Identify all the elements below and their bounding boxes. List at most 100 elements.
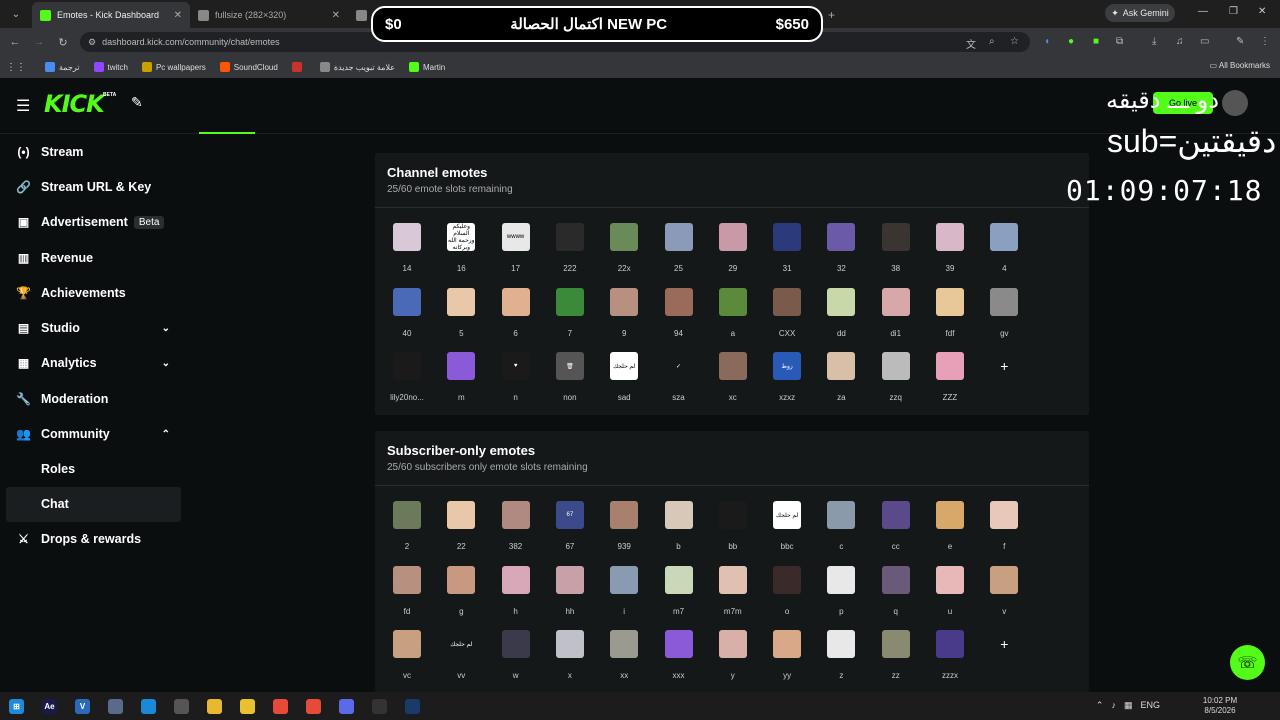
- tab-close-icon[interactable]: ✕: [174, 10, 182, 21]
- emote-item[interactable]: p: [817, 565, 871, 628]
- emote-item[interactable]: لم حلجك vv: [437, 630, 491, 692]
- file-explorer-icon[interactable]: [198, 692, 231, 720]
- network-icon[interactable]: ▦: [1124, 700, 1133, 711]
- emote-item[interactable]: bb: [709, 501, 763, 563]
- ask-gemini-button[interactable]: ✦ Ask Gemini: [1105, 4, 1175, 22]
- emote-item[interactable]: q: [872, 565, 926, 628]
- bookmark-item[interactable]: SoundCloud: [215, 62, 283, 72]
- sidebar-item-stream-url-key[interactable]: 🔗 Stream URL & Key: [0, 169, 190, 204]
- emote-item[interactable]: di1: [872, 287, 926, 350]
- sidebar-item-revenue[interactable]: ▥ Revenue: [0, 240, 190, 275]
- avatar[interactable]: [1222, 90, 1248, 116]
- emote-item[interactable]: 9: [600, 287, 654, 350]
- split-view-icon[interactable]: ▭: [1200, 36, 1209, 47]
- minimize-icon[interactable]: —: [1198, 6, 1208, 17]
- emote-item[interactable]: 29: [709, 223, 763, 285]
- tab-close-icon[interactable]: ✕: [332, 10, 340, 21]
- calendar-icon[interactable]: [231, 692, 264, 720]
- reload-icon[interactable]: ↻: [51, 36, 75, 49]
- emote-item[interactable]: hh: [546, 565, 600, 628]
- sidebar-item-moderation[interactable]: 🔧 Moderation: [0, 381, 190, 416]
- emote-item[interactable]: ✓ sza: [655, 352, 709, 414]
- volume-icon[interactable]: ♪: [1111, 700, 1116, 711]
- apps-grid-icon[interactable]: ⋮⋮: [6, 62, 26, 73]
- emote-item[interactable]: 31: [763, 223, 817, 285]
- emote-item[interactable]: m7: [655, 565, 709, 628]
- bookmark-item[interactable]: twitch: [89, 62, 133, 72]
- translate-icon[interactable]: 文: [966, 36, 976, 51]
- emote-item[interactable]: m: [437, 352, 491, 414]
- emote-item[interactable]: vc: [383, 630, 437, 692]
- sidebar-item-achievements[interactable]: 🏆 Achievements: [0, 275, 190, 310]
- emote-item[interactable]: 22: [437, 501, 491, 563]
- kick-logo[interactable]: KICK: [44, 90, 105, 118]
- windows-start-icon[interactable]: ⊞: [0, 692, 33, 720]
- zoom-icon[interactable]: ⌕: [989, 36, 995, 47]
- emote-item[interactable]: 38: [872, 223, 926, 285]
- emote-item[interactable]: 7: [546, 287, 600, 350]
- emote-item[interactable]: 32: [817, 223, 871, 285]
- chrome-icon[interactable]: [264, 692, 297, 720]
- all-bookmarks-button[interactable]: ▭ All Bookmarks: [1210, 61, 1270, 70]
- emote-item[interactable]: زوط xzxz: [763, 352, 817, 414]
- bookmark-star-icon[interactable]: ☆: [1010, 36, 1019, 47]
- emote-item[interactable]: b: [655, 501, 709, 563]
- emote-item[interactable]: a: [709, 287, 763, 350]
- emote-item[interactable]: o: [763, 565, 817, 628]
- emote-item[interactable]: wwww 17: [492, 223, 546, 285]
- close-window-icon[interactable]: ✕: [1258, 6, 1266, 17]
- emote-item[interactable]: za: [817, 352, 871, 414]
- bookmark-item[interactable]: ترجمة: [40, 62, 85, 72]
- emote-item[interactable]: u: [926, 565, 980, 628]
- add-emote-button[interactable]: +: [980, 352, 1034, 414]
- emote-item[interactable]: 94: [655, 287, 709, 350]
- emote-item[interactable]: m7m: [709, 565, 763, 628]
- emote-item[interactable]: zzq: [872, 352, 926, 414]
- emote-item[interactable]: 14: [383, 223, 437, 285]
- emote-item[interactable]: fdf: [926, 287, 980, 350]
- emote-item[interactable]: 22x: [600, 223, 654, 285]
- new-tab-button[interactable]: +: [822, 2, 841, 28]
- sidebar-item-stream[interactable]: (•) Stream: [0, 134, 190, 169]
- bookmark-item[interactable]: علامة تبويب جديدة: [315, 62, 400, 72]
- emote-item[interactable]: yy: [763, 630, 817, 692]
- emote-item[interactable]: 4: [980, 223, 1034, 285]
- site-info-icon[interactable]: ⚙: [88, 37, 96, 48]
- emote-item[interactable]: g: [437, 565, 491, 628]
- emote-item[interactable]: dd: [817, 287, 871, 350]
- emote-item[interactable]: وعليكم السلام ورحمة الله وبركاته 16: [437, 223, 491, 285]
- extension-icon[interactable]: ◖: [1044, 36, 1050, 47]
- sidebar-item-community[interactable]: 👥 Community ⌃: [0, 416, 190, 451]
- download-icon[interactable]: ⤓: [1152, 36, 1156, 47]
- emote-item[interactable]: ♥ n: [492, 352, 546, 414]
- emote-item[interactable]: 39: [926, 223, 980, 285]
- chevron-up-icon[interactable]: ⌃: [162, 429, 170, 440]
- emote-item[interactable]: 2: [383, 501, 437, 563]
- chevron-down-icon[interactable]: ⌄: [162, 358, 170, 369]
- chevron-down-icon[interactable]: ⌄: [162, 323, 170, 334]
- emote-item[interactable]: lily20no...: [383, 352, 437, 414]
- language-indicator[interactable]: ENG: [1140, 700, 1160, 711]
- emote-item[interactable]: c: [817, 501, 871, 563]
- chevron-up-icon[interactable]: ⌃: [1096, 700, 1104, 711]
- emote-item[interactable]: لم حلجك sad: [600, 352, 654, 414]
- emote-item[interactable]: 6: [492, 287, 546, 350]
- emote-item[interactable]: 382: [492, 501, 546, 563]
- emote-item[interactable]: zzzx: [926, 630, 980, 692]
- emote-item[interactable]: xc: [709, 352, 763, 414]
- bookmark-item[interactable]: Martin: [404, 62, 450, 72]
- discord-icon[interactable]: [330, 692, 363, 720]
- pin-icon[interactable]: ✎: [131, 94, 143, 111]
- steam-icon[interactable]: [396, 692, 429, 720]
- forward-icon[interactable]: →: [27, 36, 51, 48]
- sidebar-item-advertisement[interactable]: ▣ Advertisement Beta: [0, 205, 190, 240]
- emote-item[interactable]: zz: [872, 630, 926, 692]
- emote-item[interactable]: w: [492, 630, 546, 692]
- store-icon[interactable]: [132, 692, 165, 720]
- emote-item[interactable]: 222: [546, 223, 600, 285]
- emote-item[interactable]: 5: [437, 287, 491, 350]
- emote-item[interactable]: h: [492, 565, 546, 628]
- extension-icon[interactable]: ■: [1093, 36, 1099, 47]
- add-emote-button[interactable]: +: [980, 630, 1034, 692]
- sidebar-item-drops-rewards[interactable]: ⚔ Drops & rewards: [0, 522, 190, 557]
